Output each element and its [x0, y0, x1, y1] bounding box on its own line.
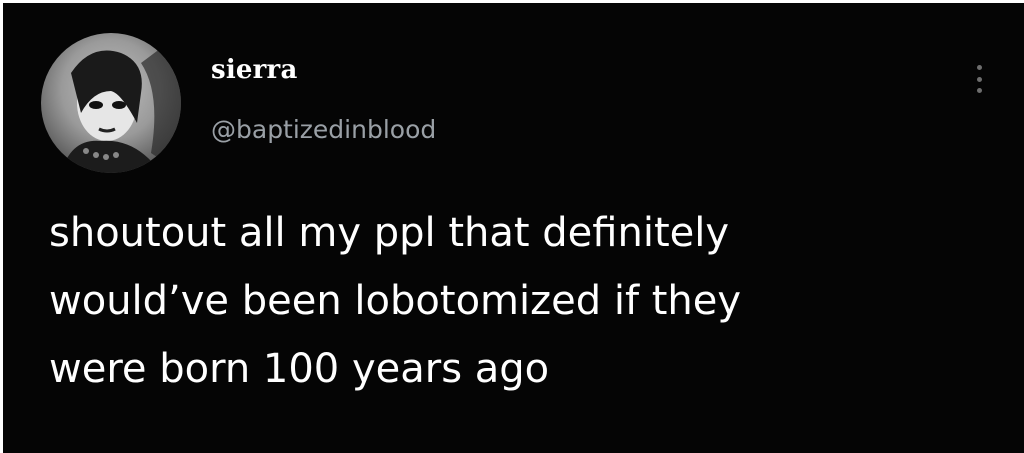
more-dot [976, 88, 982, 93]
more-dot [976, 76, 982, 82]
tweet-text-line: were born 100 years ago [49, 346, 550, 392]
tweet-text: shoutout all my ppl that definitely woul… [49, 199, 1009, 403]
more-dot [976, 65, 982, 70]
avatar[interactable] [41, 33, 181, 173]
avatar-photo-icon [61, 33, 181, 173]
tweet-card: sierra @baptizedinblood shoutout all my … [0, 0, 1024, 453]
user-handle[interactable]: @baptizedinblood [211, 115, 436, 144]
display-name[interactable]: sierra [211, 55, 298, 85]
tweet-text-line: would’ve been lobotomized if they [49, 278, 742, 324]
more-options-icon[interactable] [969, 59, 989, 99]
tweet-text-line: shoutout all my ppl that definitely [49, 210, 730, 256]
